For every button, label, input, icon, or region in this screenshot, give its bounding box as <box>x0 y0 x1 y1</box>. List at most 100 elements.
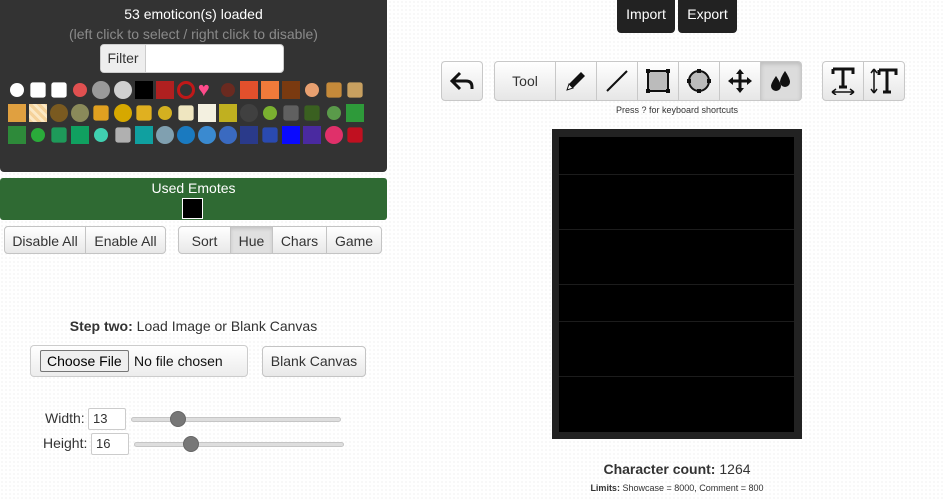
emote-cat-icon[interactable] <box>197 126 216 144</box>
emote-ring-icon[interactable] <box>176 81 195 99</box>
import-button[interactable]: Import <box>617 0 675 33</box>
height-slider[interactable] <box>134 442 344 447</box>
tool-line[interactable] <box>596 61 638 101</box>
rectangle-icon <box>646 69 670 93</box>
emote-square-icon[interactable] <box>303 126 322 144</box>
emote-circle-icon[interactable] <box>326 106 341 120</box>
emote-bug-icon[interactable] <box>305 105 320 120</box>
sort-label: Sort <box>178 226 231 254</box>
limits-label: Limits: <box>590 483 620 493</box>
emote-cube-icon[interactable] <box>52 82 67 97</box>
sort-hue-button[interactable]: Hue <box>230 226 273 254</box>
emote-square-icon[interactable] <box>134 81 153 99</box>
tool-label-box: Tool <box>494 61 556 101</box>
disable-all-button[interactable]: Disable All <box>4 226 86 254</box>
tool-move[interactable] <box>719 61 761 101</box>
fill-drops-icon <box>771 71 790 91</box>
emote-rune-icon[interactable] <box>347 127 362 142</box>
tool-circle[interactable] <box>678 61 720 101</box>
canvas-row-divider <box>559 321 794 322</box>
used-emote-swatch[interactable] <box>182 198 203 219</box>
emote-square-icon[interactable] <box>345 104 364 122</box>
emote-rabbit-icon[interactable] <box>326 82 341 97</box>
emote-square-icon[interactable] <box>282 126 301 144</box>
emote-square-icon[interactable] <box>240 126 259 144</box>
emote-square-icon[interactable] <box>219 104 237 122</box>
width-label: Width: <box>45 410 85 426</box>
blank-canvas-button[interactable]: Blank Canvas <box>262 346 366 377</box>
step-two-text: Load Image or Blank Canvas <box>132 318 318 334</box>
canvas-row-divider <box>559 229 794 230</box>
text-height-icon <box>870 68 898 94</box>
tool-rectangle[interactable] <box>637 61 679 101</box>
emote-robot-icon[interactable] <box>284 105 299 120</box>
text-width-icon <box>831 67 855 95</box>
emote-square-icon[interactable] <box>155 81 174 99</box>
emote-panda-icon[interactable] <box>113 81 132 99</box>
emote-face-icon[interactable] <box>113 104 132 122</box>
line-icon <box>606 70 628 92</box>
step-two-heading: Step two: Load Image or Blank Canvas <box>0 318 387 334</box>
emote-face-icon[interactable] <box>219 126 237 144</box>
enable-all-button[interactable]: Enable All <box>85 226 166 254</box>
emote-bird-icon[interactable] <box>347 82 362 97</box>
emote-square-icon[interactable] <box>8 126 26 144</box>
width-input[interactable]: 13 <box>88 408 126 430</box>
file-status: No file chosen <box>134 353 223 369</box>
emote-square-icon[interactable] <box>8 104 26 122</box>
character-count-label: Character count: <box>603 461 716 477</box>
limits-text: Limits: Showcase = 8000, Comment = 800 <box>560 483 794 493</box>
filter-label: Filter <box>101 45 146 72</box>
emote-dove-icon[interactable] <box>30 82 45 97</box>
emote-thumb-icon[interactable] <box>136 105 151 120</box>
height-input[interactable]: 16 <box>91 433 129 455</box>
emote-face-icon[interactable] <box>240 104 259 122</box>
step-two-bold: Step two: <box>69 318 133 334</box>
width-slider-handle[interactable] <box>169 411 186 427</box>
emote-gear-icon[interactable] <box>155 126 174 144</box>
canvas-row-divider <box>559 376 794 377</box>
emote-square-icon[interactable] <box>261 81 280 99</box>
emote-bat-icon[interactable] <box>115 127 130 142</box>
emote-heart-icon[interactable]: ♥ <box>198 80 216 100</box>
sort-chars-button[interactable]: Chars <box>272 226 327 254</box>
sort-game-button[interactable]: Game <box>326 226 382 254</box>
choose-file-button[interactable]: Choose File <box>40 350 129 372</box>
emote-circle-icon[interactable] <box>221 83 235 97</box>
emote-map-icon[interactable] <box>178 105 193 120</box>
width-slider[interactable] <box>131 417 341 422</box>
export-button[interactable]: Export <box>678 0 737 33</box>
emote-striped-icon[interactable] <box>29 104 48 122</box>
text-width-button[interactable] <box>822 61 864 101</box>
character-count-value: 1264 <box>715 461 751 477</box>
tool-fill[interactable] <box>760 61 802 101</box>
emote-skull-icon[interactable] <box>52 127 67 142</box>
canvas-row-divider <box>559 174 794 175</box>
height-slider-handle[interactable] <box>182 436 199 452</box>
emote-square-icon[interactable] <box>282 81 301 99</box>
emote-square-icon[interactable] <box>197 104 216 122</box>
emote-square-icon[interactable] <box>240 81 259 99</box>
move-icon <box>728 69 752 93</box>
emote-circle-icon[interactable] <box>31 128 46 142</box>
emote-count-title: 53 emoticon(s) loaded <box>124 6 263 22</box>
character-count: Character count: 1264 <box>560 461 794 477</box>
tool-label: Tool <box>512 73 538 89</box>
tool-pencil[interactable] <box>555 61 597 101</box>
canvas-row-divider <box>559 284 794 285</box>
undo-button[interactable] <box>441 61 483 101</box>
emote-square-icon[interactable] <box>71 126 90 144</box>
emote-sonic-icon[interactable] <box>263 127 278 142</box>
emote-hint: (left click to select / right click to d… <box>69 26 318 42</box>
undo-icon <box>450 71 474 91</box>
pencil-icon <box>566 72 585 91</box>
emote-bird-icon[interactable] <box>94 105 109 120</box>
emote-ghost-icon[interactable] <box>324 126 343 144</box>
emote-circle-icon[interactable] <box>157 106 172 120</box>
text-height-button[interactable] <box>863 61 905 101</box>
emote-circle-icon[interactable] <box>10 83 24 97</box>
emote-square-icon[interactable] <box>134 126 153 144</box>
emote-face-icon[interactable] <box>176 126 195 144</box>
filter-input[interactable] <box>146 46 280 71</box>
file-input[interactable]: Choose File No file chosen <box>30 345 248 377</box>
